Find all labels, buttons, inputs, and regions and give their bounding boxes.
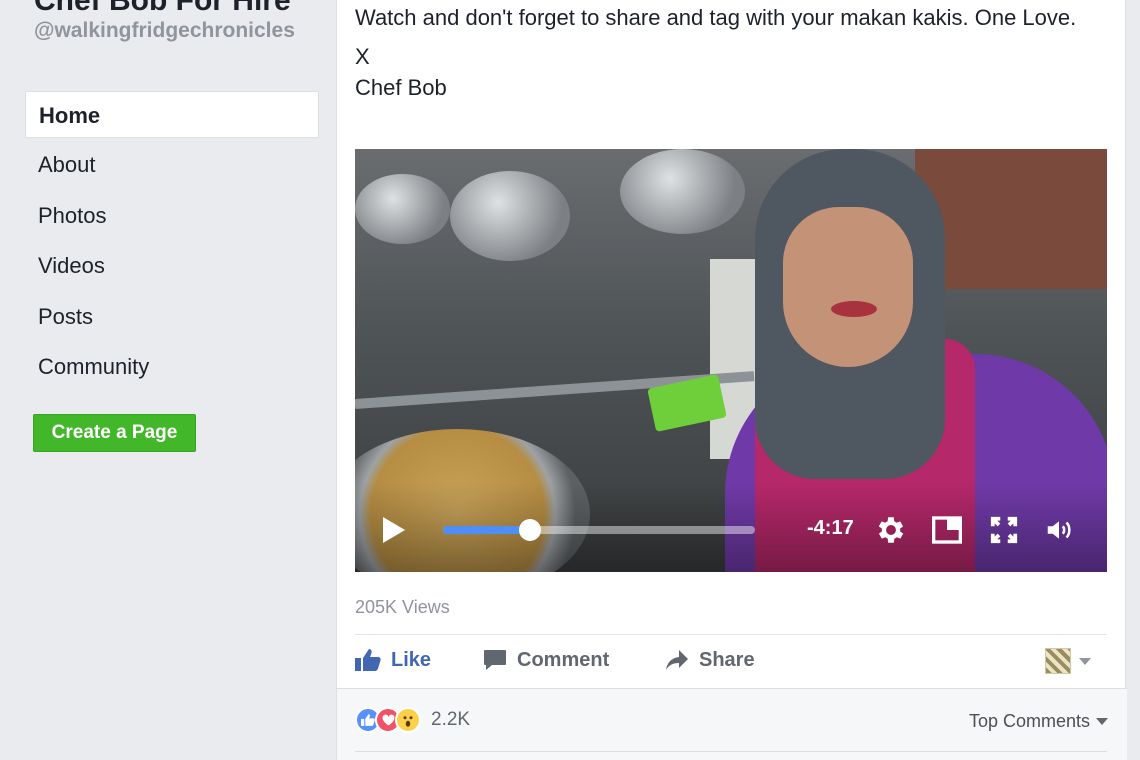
nav-item-posts[interactable]: Posts — [25, 293, 319, 344]
volume-icon[interactable] — [1043, 515, 1075, 545]
page-name[interactable]: Chef Bob For Hire — [34, 0, 291, 18]
video-progress-fill — [443, 526, 531, 534]
left-column: Chef Bob For Hire @walkingfridgechronicl… — [0, 0, 336, 760]
top-comments-label: Top Comments — [969, 711, 1091, 731]
nav-item-about[interactable]: About — [25, 141, 319, 192]
create-page-button[interactable]: Create a Page — [33, 414, 196, 452]
nav-item-home[interactable]: Home — [25, 91, 319, 138]
share-arrow-icon — [666, 650, 688, 670]
post-text: Watch and don't forget to share and tag … — [355, 2, 1095, 111]
picture-in-picture-icon[interactable] — [931, 514, 963, 546]
chevron-down-icon — [1079, 657, 1091, 665]
thumbs-up-icon — [355, 649, 381, 671]
post-text-line: Watch and don't forget to share and tag … — [355, 5, 1077, 30]
like-button[interactable]: Like — [355, 645, 431, 675]
video-person-face — [783, 207, 913, 367]
top-comments-dropdown[interactable]: Top Comments — [969, 711, 1109, 732]
post-actions: Like Comment Share — [355, 645, 1107, 675]
reaction-count: 2.2K — [431, 709, 471, 730]
avatar — [1045, 648, 1071, 674]
reactions-summary[interactable]: 2.2K — [355, 707, 470, 733]
video-player[interactable]: -4:17 — [355, 149, 1107, 572]
video-scene-pot — [450, 171, 570, 261]
divider — [355, 634, 1107, 635]
reactions-bar: 2.2K Top Comments — [337, 688, 1127, 760]
view-count: 205K Views — [355, 597, 450, 617]
gear-icon[interactable] — [874, 513, 908, 547]
chevron-down-icon — [1096, 718, 1109, 725]
comment-icon — [484, 650, 506, 670]
video-scene-pot — [355, 174, 450, 244]
page-handle[interactable]: @walkingfridgechronicles — [34, 18, 324, 44]
comment-label: Comment — [517, 648, 610, 671]
like-label: Like — [391, 648, 432, 671]
share-button[interactable]: Share — [665, 645, 755, 675]
nav-item-videos[interactable]: Videos — [25, 242, 319, 293]
post-card: Watch and don't forget to share and tag … — [336, 0, 1127, 760]
video-person-lips — [831, 301, 877, 317]
fullscreen-icon[interactable] — [989, 515, 1019, 545]
comment-button[interactable]: Comment — [483, 645, 609, 675]
page-nav: Home About Photos Videos Posts Community — [25, 91, 319, 394]
post-as-selector[interactable] — [1045, 648, 1091, 674]
nav-item-community[interactable]: Community — [25, 343, 319, 394]
share-label: Share — [699, 648, 755, 671]
wow-reaction-icon — [395, 707, 421, 733]
nav-item-photos[interactable]: Photos — [25, 192, 319, 243]
video-progress-bar[interactable] — [443, 519, 755, 541]
play-icon[interactable] — [383, 517, 405, 543]
post-text-line: X — [355, 44, 370, 69]
video-time-remaining: -4:17 — [807, 517, 854, 539]
post-text-line: Chef Bob — [355, 75, 447, 100]
divider — [355, 751, 1107, 752]
